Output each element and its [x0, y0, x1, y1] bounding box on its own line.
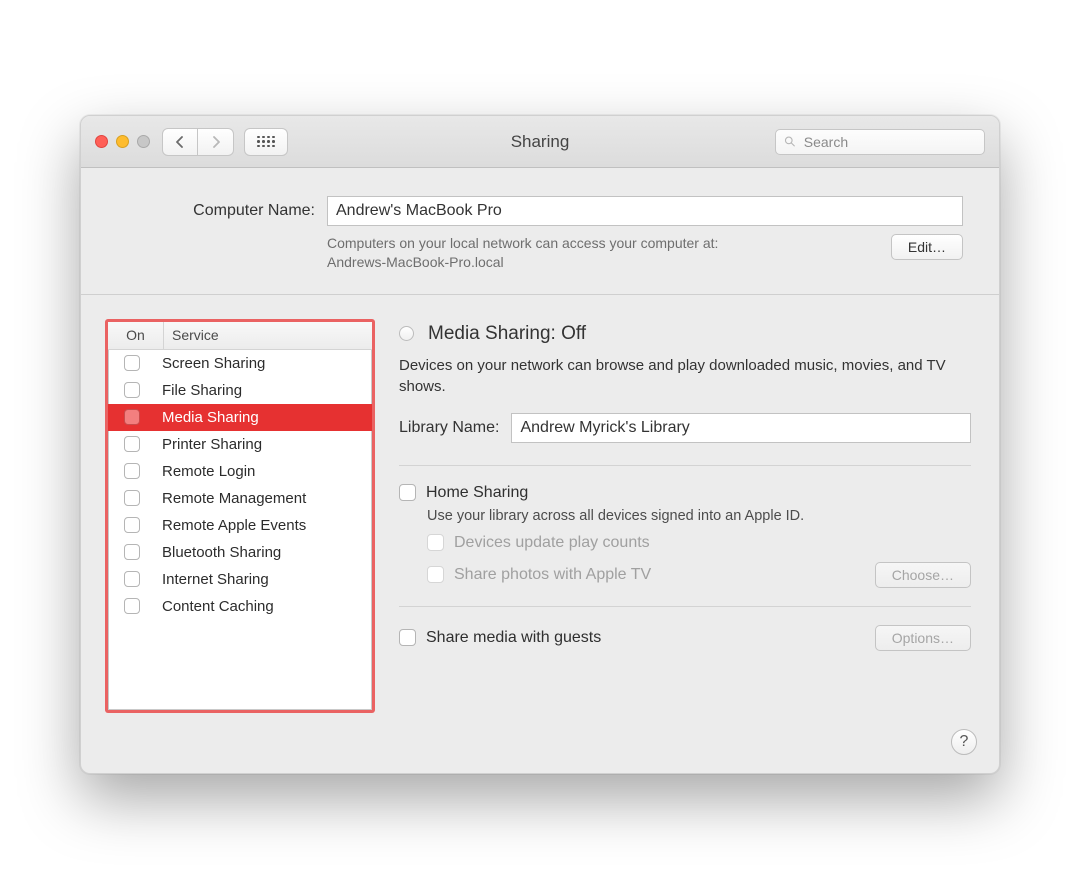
computer-name-input[interactable] — [327, 196, 963, 226]
divider — [399, 465, 971, 466]
minimize-window-button[interactable] — [116, 135, 129, 148]
service-row-remote-login[interactable]: Remote Login — [108, 458, 372, 485]
service-label: File Sharing — [162, 382, 242, 399]
service-row-content-caching[interactable]: Content Caching — [108, 593, 372, 620]
nav-buttons — [162, 128, 234, 156]
service-checkbox[interactable] — [124, 490, 140, 506]
forward-button[interactable] — [198, 128, 234, 156]
chevron-right-icon — [211, 136, 221, 148]
devices-update-checkbox[interactable] — [427, 534, 444, 551]
zoom-window-button[interactable] — [137, 135, 150, 148]
service-label: Printer Sharing — [162, 436, 262, 453]
home-sharing-description: Use your library across all devices sign… — [427, 508, 971, 524]
library-name-label: Library Name: — [399, 419, 499, 437]
share-guests-label: Share media with guests — [426, 629, 601, 647]
sharing-body: On Service Screen Sharing File Sharing M… — [81, 295, 999, 773]
titlebar: Sharing — [81, 116, 999, 168]
window-controls — [95, 135, 150, 148]
service-row-internet-sharing[interactable]: Internet Sharing — [108, 566, 372, 593]
choose-button[interactable]: Choose… — [875, 562, 971, 588]
service-checkbox[interactable] — [124, 598, 140, 614]
service-checkbox[interactable] — [124, 409, 140, 425]
service-label: Screen Sharing — [162, 355, 265, 372]
computer-name-section: Computer Name: Computers on your local n… — [81, 168, 999, 295]
help-button[interactable]: ? — [951, 729, 977, 755]
service-row-file-sharing[interactable]: File Sharing — [108, 377, 372, 404]
search-icon — [784, 135, 796, 148]
column-header-service: Service — [164, 322, 372, 349]
service-checkbox[interactable] — [124, 355, 140, 371]
computer-name-label: Computer Name: — [117, 202, 327, 220]
service-label: Remote Login — [162, 463, 255, 480]
service-row-media-sharing[interactable]: Media Sharing — [108, 404, 372, 431]
services-header: On Service — [108, 322, 372, 350]
service-label: Remote Management — [162, 490, 306, 507]
close-window-button[interactable] — [95, 135, 108, 148]
service-row-printer-sharing[interactable]: Printer Sharing — [108, 431, 372, 458]
service-label: Remote Apple Events — [162, 517, 306, 534]
service-checkbox[interactable] — [124, 382, 140, 398]
services-list: On Service Screen Sharing File Sharing M… — [105, 319, 375, 713]
home-sharing-checkbox[interactable] — [399, 484, 416, 501]
service-row-bluetooth-sharing[interactable]: Bluetooth Sharing — [108, 539, 372, 566]
service-row-screen-sharing[interactable]: Screen Sharing — [108, 350, 372, 377]
service-detail-panel: Media Sharing: Off Devices on your netwo… — [399, 319, 971, 713]
devices-update-label: Devices update play counts — [454, 534, 650, 552]
back-button[interactable] — [162, 128, 198, 156]
divider — [399, 606, 971, 607]
share-guests-checkbox[interactable] — [399, 629, 416, 646]
help-icon: ? — [960, 733, 969, 751]
grid-icon — [257, 136, 275, 148]
home-sharing-label: Home Sharing — [426, 484, 528, 502]
service-label: Bluetooth Sharing — [162, 544, 281, 561]
share-photos-label: Share photos with Apple TV — [454, 566, 651, 584]
show-all-button[interactable] — [244, 128, 288, 156]
service-row-remote-apple-events[interactable]: Remote Apple Events — [108, 512, 372, 539]
status-indicator-icon — [399, 326, 414, 341]
service-checkbox[interactable] — [124, 463, 140, 479]
edit-hostname-button[interactable]: Edit… — [891, 234, 963, 260]
search-field[interactable] — [775, 129, 985, 155]
options-button[interactable]: Options… — [875, 625, 971, 651]
chevron-left-icon — [175, 136, 185, 148]
service-label: Content Caching — [162, 598, 274, 615]
search-input[interactable] — [802, 133, 976, 151]
library-name-input[interactable] — [511, 413, 971, 443]
media-sharing-description: Devices on your network can browse and p… — [399, 355, 971, 397]
column-header-on: On — [108, 322, 164, 349]
service-checkbox[interactable] — [124, 436, 140, 452]
service-checkbox[interactable] — [124, 571, 140, 587]
service-checkbox[interactable] — [124, 544, 140, 560]
preferences-window: Sharing Computer Name: Computers on your… — [80, 115, 1000, 774]
service-label: Media Sharing — [162, 409, 259, 426]
share-photos-checkbox[interactable] — [427, 566, 444, 583]
computer-name-helper: Computers on your local network can acce… — [327, 234, 891, 272]
media-sharing-status: Media Sharing: Off — [428, 323, 586, 345]
service-checkbox[interactable] — [124, 517, 140, 533]
service-label: Internet Sharing — [162, 571, 269, 588]
service-row-remote-management[interactable]: Remote Management — [108, 485, 372, 512]
